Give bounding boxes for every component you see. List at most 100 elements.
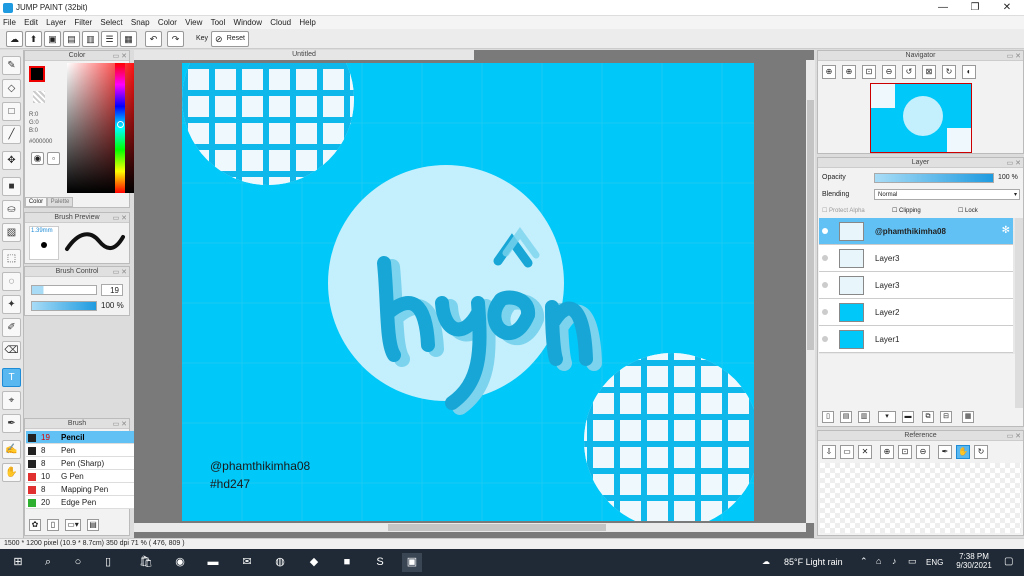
cloud-icon[interactable]: ☁ — [6, 31, 23, 47]
widgets-icon[interactable]: ▯ — [98, 553, 118, 572]
tray-chevron-icon[interactable]: ⌃ — [860, 556, 868, 567]
eye-icon[interactable] — [822, 282, 828, 288]
blending-select[interactable]: Normal ▾ — [874, 189, 1020, 200]
cloud-download-icon[interactable]: ⇩ — [822, 445, 836, 459]
menu-window[interactable]: Window — [231, 16, 265, 29]
minimize-button[interactable]: — — [928, 0, 958, 16]
brush-item-mapping-pen[interactable]: 8 Mapping Pen — [26, 483, 143, 496]
reset-button[interactable]: ⊘ Reset — [211, 31, 249, 47]
new-layer-icon[interactable]: ▯ — [822, 411, 834, 423]
eye-icon[interactable] — [822, 255, 828, 261]
document-icon[interactable]: ▥ — [82, 31, 99, 47]
menu-tool[interactable]: Tool — [208, 16, 229, 29]
vertical-scrollbar[interactable] — [806, 60, 815, 523]
reference-canvas[interactable] — [820, 463, 1021, 533]
brush-item-pen[interactable]: 8 Pen — [26, 444, 143, 457]
horizontal-scroll-thumb[interactable] — [388, 524, 606, 531]
clock[interactable]: 7:38 PM 9/30/2021 — [954, 552, 994, 570]
lasso-tool-icon[interactable]: ◌ — [2, 272, 21, 291]
network-icon[interactable]: ⌂ — [876, 556, 881, 566]
tab-palette[interactable]: Palette — [47, 197, 73, 207]
select-eraser-tool-icon[interactable]: ⌫ — [2, 341, 21, 360]
eyedropper-icon[interactable]: ✒ — [938, 445, 952, 459]
saturation-value-picker[interactable] — [67, 63, 139, 193]
menu-color[interactable]: Color — [155, 16, 180, 29]
background-color-swatch[interactable] — [33, 91, 45, 103]
zoom-out-icon[interactable]: ⊖ — [916, 445, 930, 459]
brush-item-g-pen[interactable]: 10 G Pen — [26, 470, 143, 483]
close-button[interactable]: ✕ — [992, 0, 1022, 16]
panel-controls-icon[interactable]: ▭ ✕ — [113, 52, 127, 62]
weather-readout[interactable]: 85°F Light rain — [784, 557, 843, 567]
hue-slider[interactable] — [115, 63, 125, 193]
brush-settings-icon[interactable]: ✿ — [29, 519, 41, 531]
copy-brush-icon[interactable]: ▭▾ — [65, 519, 81, 531]
pen-path-tool-icon[interactable]: ✍ — [2, 440, 21, 459]
zoom-fit-icon[interactable]: ⊕ — [842, 65, 856, 79]
brush-size-field[interactable]: 19 — [101, 284, 123, 296]
panel-controls-icon[interactable]: ▭ ✕ — [1007, 432, 1021, 442]
delete-layer-icon[interactable]: ▦ — [962, 411, 974, 423]
layer-item[interactable]: Layer2 — [819, 299, 1013, 326]
rectangle-tool-icon[interactable]: □ — [2, 102, 21, 121]
task-view-icon[interactable]: ○ — [68, 553, 88, 572]
clipping-checkbox[interactable]: ☐ Clipping — [892, 207, 921, 214]
horizontal-scrollbar[interactable] — [134, 523, 806, 532]
eyedropper-tool-icon[interactable]: ✒ — [2, 414, 21, 433]
list-icon[interactable]: ☰ — [101, 31, 118, 47]
eye-icon[interactable] — [822, 336, 828, 342]
lock-checkbox[interactable]: ☐ Lock — [958, 207, 978, 214]
merge-layer-icon[interactable]: ⊟ — [940, 411, 952, 423]
gradient-tool-icon[interactable]: ▧ — [2, 223, 21, 242]
brush-size-slider[interactable] — [31, 285, 97, 295]
layer-list-scrollbar[interactable] — [1015, 218, 1023, 408]
search-icon[interactable]: ⌕ — [38, 553, 58, 572]
redo-icon[interactable]: ↷ — [167, 31, 184, 47]
layer-item[interactable]: Layer1 — [819, 326, 1013, 353]
chrome-icon[interactable]: ◉ — [170, 553, 190, 572]
volume-icon[interactable]: ♪ — [892, 556, 897, 566]
new-brush-icon[interactable]: ▯ — [47, 519, 59, 531]
eraser-tool-icon[interactable]: ◇ — [2, 79, 21, 98]
save-as-icon[interactable]: ▤ — [63, 31, 80, 47]
brush-item-edge-pen[interactable]: 20 Edge Pen — [26, 496, 143, 509]
menu-edit[interactable]: Edit — [21, 16, 41, 29]
add-swatch-icon[interactable]: ▫ — [47, 152, 60, 165]
color-wheel-icon[interactable]: ◉ — [31, 152, 44, 165]
battery-icon[interactable]: ▭ — [908, 556, 917, 567]
magic-wand-tool-icon[interactable]: ✦ — [2, 295, 21, 314]
office-icon[interactable]: ◆ — [304, 553, 324, 572]
drawing-canvas[interactable]: @phamthikimha08 #hd247 — [182, 63, 754, 521]
store-icon[interactable]: 🛍 — [136, 553, 156, 572]
panel-controls-icon[interactable]: ▭ ✕ — [113, 214, 127, 224]
brush-item-pencil[interactable]: 19 Pencil ✻ — [26, 431, 143, 444]
zoom-out-icon[interactable]: ⊖ — [882, 65, 896, 79]
rotate-icon[interactable]: ↻ — [974, 445, 988, 459]
layer-item[interactable]: Layer3 — [819, 245, 1013, 272]
notification-icon[interactable]: ▢ — [1004, 556, 1013, 567]
zoom-in-icon[interactable]: ⊕ — [822, 65, 836, 79]
document-tab[interactable]: Untitled — [134, 50, 474, 60]
zoom-in-icon[interactable]: ⊕ — [880, 445, 894, 459]
menu-help[interactable]: Help — [296, 16, 318, 29]
new-8bit-layer-icon[interactable]: ▥ — [858, 411, 870, 423]
rotate-right-icon[interactable]: ↻ — [942, 65, 956, 79]
folder-icon[interactable]: ▬ — [902, 411, 914, 423]
gear-icon[interactable]: ✻ — [1002, 225, 1010, 236]
menu-cloud[interactable]: Cloud — [267, 16, 294, 29]
jump-paint-taskbar-icon[interactable]: ▣ — [402, 553, 422, 572]
navigator-thumbnail[interactable] — [870, 83, 972, 153]
menu-layer[interactable]: Layer — [43, 16, 69, 29]
grid-icon[interactable]: ▦ — [120, 31, 137, 47]
menu-file[interactable]: File — [0, 16, 19, 29]
open-icon[interactable]: ⬆ — [25, 31, 42, 47]
windows-start-icon[interactable]: ⊞ — [8, 553, 28, 572]
fit-window-icon[interactable]: ⊡ — [862, 65, 876, 79]
save-icon[interactable]: ▣ — [44, 31, 61, 47]
layer-type-dropdown[interactable]: ▾ — [878, 411, 896, 423]
fit-icon[interactable]: ⊡ — [898, 445, 912, 459]
maximize-button[interactable]: ❐ — [960, 0, 990, 16]
hue-handle[interactable] — [117, 121, 124, 128]
open-folder-icon[interactable]: ▭ — [840, 445, 854, 459]
language-indicator[interactable]: ENG — [926, 558, 943, 567]
